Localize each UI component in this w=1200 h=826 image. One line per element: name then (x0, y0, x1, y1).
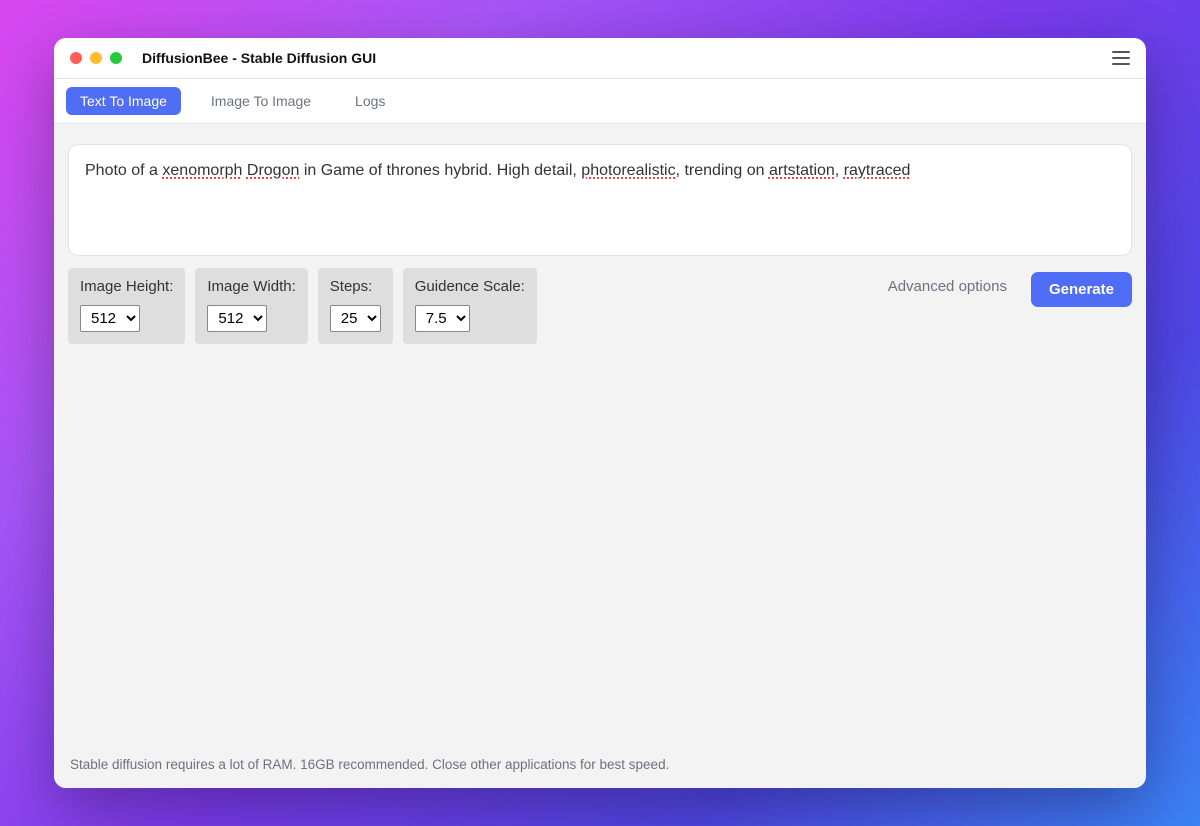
maximize-window-button[interactable] (110, 52, 122, 64)
minimize-window-button[interactable] (90, 52, 102, 64)
advanced-options-link[interactable]: Advanced options (888, 268, 1007, 295)
param-label: Image Height: (80, 278, 173, 295)
steps-select[interactable]: 25 (330, 305, 381, 332)
image-width-select[interactable]: 512 (207, 305, 267, 332)
image-height-select[interactable]: 512 (80, 305, 140, 332)
close-window-button[interactable] (70, 52, 82, 64)
param-label: Guidence Scale: (415, 278, 525, 295)
param-guidance-scale: Guidence Scale: 7.5 (403, 268, 537, 344)
param-label: Image Width: (207, 278, 295, 295)
param-image-height: Image Height: 512 (68, 268, 185, 344)
tab-image-to-image[interactable]: Image To Image (197, 87, 325, 115)
prompt-input[interactable]: Photo of a xenomorph Drogon in Game of t… (68, 144, 1132, 256)
titlebar: DiffusionBee - Stable Diffusion GUI (54, 38, 1146, 79)
app-window: DiffusionBee - Stable Diffusion GUI Text… (54, 38, 1146, 788)
guidance-scale-select[interactable]: 7.5 (415, 305, 470, 332)
window-title: DiffusionBee - Stable Diffusion GUI (142, 50, 1112, 66)
tab-logs[interactable]: Logs (341, 87, 399, 115)
traffic-lights (70, 52, 122, 64)
parameters-row: Image Height: 512 Image Width: 512 Steps… (68, 268, 1132, 344)
tab-text-to-image[interactable]: Text To Image (66, 87, 181, 115)
param-image-width: Image Width: 512 (195, 268, 307, 344)
generate-button[interactable]: Generate (1031, 272, 1132, 307)
content-area: Photo of a xenomorph Drogon in Game of t… (54, 124, 1146, 788)
param-steps: Steps: 25 (318, 268, 393, 344)
menu-icon[interactable] (1112, 51, 1130, 65)
tab-bar: Text To Image Image To Image Logs (54, 79, 1146, 124)
param-label: Steps: (330, 278, 381, 295)
footer-note: Stable diffusion requires a lot of RAM. … (68, 753, 1132, 778)
